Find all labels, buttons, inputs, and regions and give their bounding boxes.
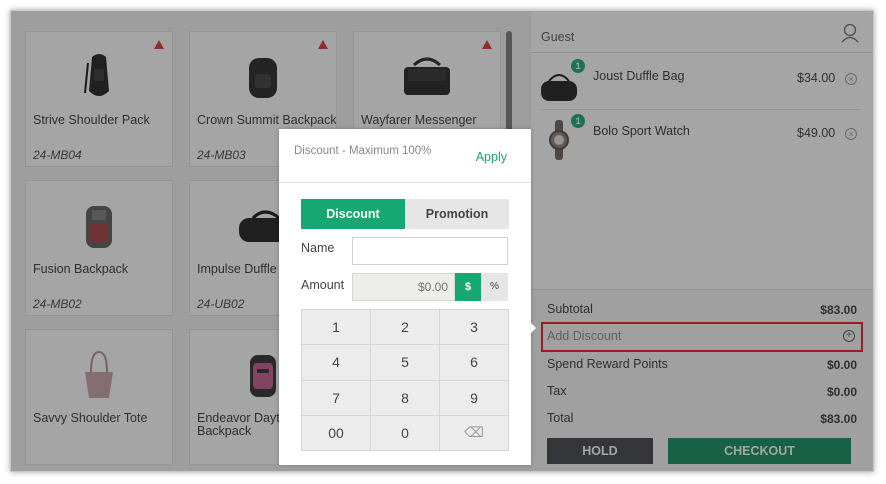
keypad-key-6[interactable]: 6 — [440, 345, 508, 380]
numeric-keypad: 1 2 3 4 5 6 7 8 9 00 0 ⌫ — [301, 309, 509, 451]
pos-window: Strive Shoulder Pack 24-MB04 Crown Summi… — [10, 10, 874, 472]
keypad-key-9[interactable]: 9 — [440, 380, 508, 415]
percent-toggle-button[interactable]: % — [481, 273, 508, 301]
popup-header: Discount - Maximum 100% Apply — [279, 129, 531, 183]
currency-toggle-button[interactable]: $ — [455, 273, 481, 301]
amount-label: Amount — [301, 278, 345, 292]
discount-amount-input[interactable] — [352, 273, 455, 301]
popup-pointer — [529, 321, 536, 335]
apply-button[interactable]: Apply — [476, 150, 507, 164]
keypad-key-8[interactable]: 8 — [371, 380, 439, 415]
tab-promotion[interactable]: Promotion — [405, 199, 509, 229]
discount-name-input[interactable] — [352, 237, 508, 265]
keypad-key-1[interactable]: 1 — [302, 310, 370, 345]
popup-title: Discount - Maximum 100% — [294, 145, 432, 157]
keypad-key-5[interactable]: 5 — [371, 345, 439, 380]
keypad-key-4[interactable]: 4 — [302, 345, 370, 380]
backspace-icon[interactable]: ⌫ — [440, 415, 508, 450]
discount-popup: Discount - Maximum 100% Apply Discount P… — [279, 129, 536, 465]
name-label: Name — [301, 241, 335, 255]
keypad-key-3[interactable]: 3 — [440, 310, 508, 345]
keypad-key-7[interactable]: 7 — [302, 380, 370, 415]
keypad-key-0[interactable]: 0 — [371, 415, 439, 450]
discount-type-tabs: Discount Promotion — [301, 199, 509, 229]
keypad-key-2[interactable]: 2 — [371, 310, 439, 345]
keypad-key-00[interactable]: 00 — [302, 415, 370, 450]
tab-discount[interactable]: Discount — [301, 199, 405, 229]
